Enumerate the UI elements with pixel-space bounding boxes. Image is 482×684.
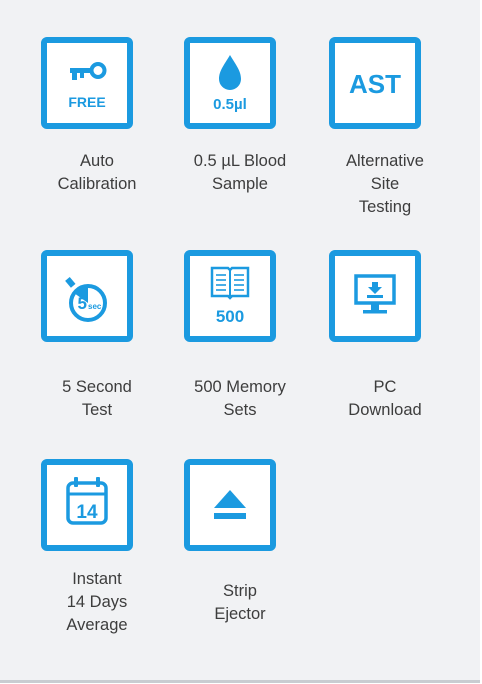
feature-label-14-days-average: Instant 14 Days Average <box>66 570 128 634</box>
feature-label-auto-calibration: Auto Calibration <box>57 152 137 193</box>
monitor-download-icon <box>354 274 396 314</box>
feature-tile-alternative-site-testing: AST <box>329 37 421 129</box>
feature-tile-memory-sets: 500 <box>184 250 276 342</box>
feature-tile-auto-calibration: FREE <box>41 37 133 129</box>
feature-tile-pc-download <box>329 250 421 342</box>
ast-icon: AST <box>349 69 401 99</box>
ast-text: AST <box>349 69 401 99</box>
free-badge: FREE <box>68 94 105 110</box>
eject-icon <box>214 490 246 519</box>
features-panel: FREE Auto Calibration 0.5µl 0.5 µL Blood… <box>0 0 480 683</box>
seconds-unit: sec <box>88 302 102 311</box>
book-icon: 500 <box>210 266 250 326</box>
feature-label-blood-sample: 0.5 µL Blood Sample <box>193 152 287 193</box>
feature-label-5-second-test: 5 Second Test <box>62 378 132 419</box>
feature-label-memory-sets: 500 Memory Sets <box>194 378 286 419</box>
feature-tile-5-second-test: 5 sec <box>41 250 133 342</box>
calendar-icon: 14 <box>66 477 108 525</box>
days-badge: 14 <box>76 502 98 523</box>
feature-tile-14-days-average: 14 <box>41 459 133 551</box>
feature-tile-strip-ejector <box>184 459 276 551</box>
seconds-badge: 5 <box>78 294 87 313</box>
volume-badge: 0.5µl <box>213 96 247 113</box>
stopwatch-icon: 5 sec <box>65 277 107 322</box>
blood-drop-icon: 0.5µl <box>213 55 247 113</box>
key-icon: FREE <box>68 62 107 110</box>
feature-tile-blood-sample: 0.5µl <box>184 37 276 129</box>
feature-label-alternative-site-testing: Alternative Site Testing <box>346 152 424 216</box>
feature-label-pc-download: PC Download <box>348 378 422 419</box>
feature-label-strip-ejector: Strip Ejector <box>214 582 266 623</box>
memory-count-badge: 500 <box>216 307 244 326</box>
